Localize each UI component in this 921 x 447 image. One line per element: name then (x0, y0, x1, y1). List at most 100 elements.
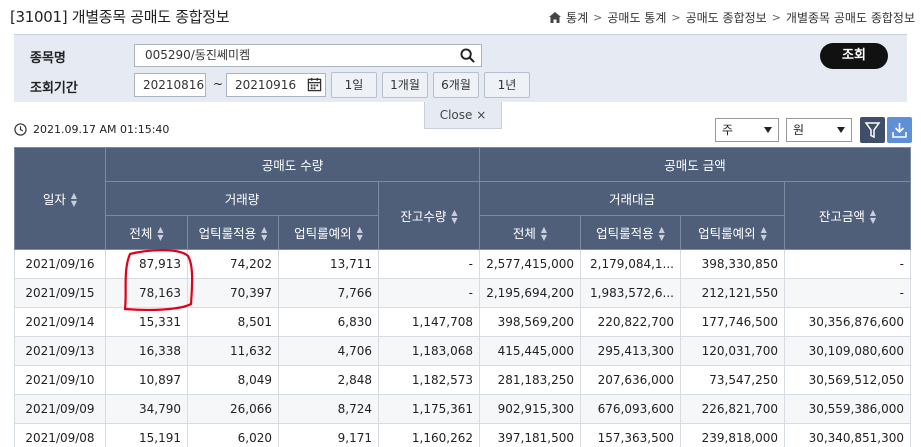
table-cell: 30,569,512,050 (784, 365, 911, 395)
clock-icon (14, 123, 27, 136)
sort-icon[interactable]: ▲ ▼ (451, 209, 457, 225)
top-bar: [31001] 개별종목 공매도 종합정보 통계 > 공매도 통계 > 공매도 … (0, 0, 921, 34)
table-cell: 8,724 (278, 394, 379, 424)
cell-date: 2021/09/08 (14, 423, 106, 447)
search-icon[interactable] (460, 48, 475, 63)
search-panel: 종목명 005290/동진쎄미켐 조회기간 20210816 ~ 2021091… (14, 34, 907, 102)
sort-icon[interactable]: ▲ ▼ (870, 209, 876, 225)
cell-date: 2021/09/09 (14, 394, 106, 424)
close-panel-button[interactable]: Close × (424, 102, 502, 129)
period-1month-button[interactable]: 1개월 (382, 72, 428, 98)
breadcrumb-item-short-sale-stats[interactable]: 공매도 통계 (607, 9, 666, 26)
download-icon (892, 123, 907, 138)
table-cell: 10,897 (105, 365, 188, 395)
table-cell: 2,195,694,200 (479, 278, 581, 308)
sort-icon[interactable]: ▲ ▼ (761, 226, 767, 242)
date-to-input[interactable]: 20210916 (226, 73, 326, 97)
period-1day-button[interactable]: 1일 (331, 72, 377, 98)
quantity-unit-select[interactable]: 주 (715, 118, 779, 142)
table-cell: - (378, 278, 480, 308)
cell-date: 2021/09/15 (14, 278, 106, 308)
calendar-icon[interactable] (307, 77, 322, 92)
breadcrumb-item-short-sale-overview[interactable]: 공매도 종합정보 (686, 9, 767, 26)
header-qty-total[interactable]: 전체 ▲ ▼ (105, 215, 188, 250)
table-cell: 34,790 (105, 394, 188, 424)
header-balance-qty-label: 잔고수량 (400, 208, 447, 224)
table-cell: 1,183,068 (378, 336, 480, 366)
table-cell: 30,559,386,000 (784, 394, 911, 424)
download-button[interactable] (887, 117, 912, 143)
breadcrumb: 통계 > 공매도 통계 > 공매도 종합정보 > 개별종목 공매도 종합정보 (549, 9, 915, 26)
table-cell: 676,093,600 (580, 394, 681, 424)
table-cell: 281,183,250 (479, 365, 581, 395)
header-qty-group: 공매도 수량 (105, 147, 480, 182)
stock-label: 종목명 (30, 51, 66, 66)
header-qty-uptick-exempt[interactable]: 업틱룰예외 ▲ ▼ (278, 215, 379, 250)
table-cell: 2,577,415,000 (479, 249, 581, 279)
table-cell: 207,636,000 (580, 365, 681, 395)
table-cell: 7,766 (278, 278, 379, 308)
breadcrumb-item-current: 개별종목 공매도 종합정보 (785, 11, 915, 25)
filter-icon (864, 122, 881, 139)
table-cell: 6,830 (278, 307, 379, 337)
submit-search-button[interactable]: 조회 (820, 43, 888, 69)
header-qty-uptick-applied[interactable]: 업틱룰적용 ▲ ▼ (187, 215, 279, 250)
timestamp-value: 2021.09.17 AM 01:15:40 (33, 123, 170, 136)
table-cell: 2,848 (278, 365, 379, 395)
filter-button[interactable] (860, 117, 885, 143)
header-balance-amt[interactable]: 잔고금액 ▲ ▼ (784, 181, 911, 250)
table-cell: 1,182,573 (378, 365, 480, 395)
header-label: 전체 (512, 225, 536, 241)
table-cell: 70,397 (187, 278, 279, 308)
header-amt-total[interactable]: 전체 ▲ ▼ (479, 215, 581, 250)
cell-date: 2021/09/10 (14, 365, 106, 395)
quantity-unit-value: 주 (722, 123, 734, 137)
table-cell: - (378, 249, 480, 279)
header-date[interactable]: 일자 ▲ ▼ (14, 147, 106, 250)
table-cell: 226,821,700 (680, 394, 785, 424)
sort-icon[interactable]: ▲ ▼ (71, 192, 77, 208)
table-cell: 177,746,500 (680, 307, 785, 337)
stock-input[interactable]: 005290/동진쎄미켐 (134, 44, 482, 67)
header-amt-uptick-exempt[interactable]: 업틱룰예외 ▲ ▼ (680, 215, 785, 250)
table-cell: 74,202 (187, 249, 279, 279)
sort-icon[interactable]: ▲ ▼ (261, 226, 267, 242)
header-date-label: 일자 (42, 191, 66, 207)
date-from-value: 20210816 (143, 78, 205, 92)
sort-icon[interactable]: ▲ ▼ (659, 226, 665, 242)
table-row[interactable]: 2021/09/13 16,338 11,632 4,706 1,183,068 415,… (14, 336, 911, 366)
table-cell: 1,160,262 (378, 423, 480, 447)
header-label: 업틱룰적용 (198, 225, 257, 241)
table-cell: - (784, 278, 911, 308)
cell-date: 2021/09/16 (14, 249, 106, 279)
sort-icon[interactable]: ▲ ▼ (541, 226, 547, 242)
chevron-right-icon: > (771, 11, 781, 24)
table-cell: 212,121,550 (680, 278, 785, 308)
period-6month-button[interactable]: 6개월 (433, 72, 479, 98)
table-cell: - (784, 249, 911, 279)
date-separator: ~ (213, 77, 224, 91)
table-cell: 9,171 (278, 423, 379, 447)
amount-unit-value: 원 (793, 123, 805, 137)
page-title: [31001] 개별종목 공매도 종합정보 (10, 8, 230, 26)
timestamp: 2021.09.17 AM 01:15:40 (14, 123, 169, 136)
breadcrumb-item-stats[interactable]: 통계 (566, 9, 588, 26)
header-amt-uptick-applied[interactable]: 업틱룰적용 ▲ ▼ (580, 215, 681, 250)
table-row[interactable]: 2021/09/08 15,191 6,020 9,171 1,160,262 397,1… (14, 423, 911, 447)
chevron-right-icon: > (593, 11, 603, 24)
table-cell: 1,147,708 (378, 307, 480, 337)
sort-icon[interactable]: ▲ ▼ (357, 226, 363, 242)
table-cell: 6,020 (187, 423, 279, 447)
header-balance-qty[interactable]: 잔고수량 ▲ ▼ (378, 181, 480, 250)
table-cell: 220,822,700 (580, 307, 681, 337)
table-row[interactable]: 2021/09/10 10,897 8,049 2,848 1,182,573 281,1… (14, 365, 911, 395)
period-1year-button[interactable]: 1년 (484, 72, 530, 98)
cell-date: 2021/09/13 (14, 336, 106, 366)
table-cell: 30,340,851,300 (784, 423, 911, 447)
home-icon[interactable] (549, 12, 562, 23)
table-row[interactable]: 2021/09/09 34,790 26,066 8,724 1,175,361 902,… (14, 394, 911, 424)
amount-unit-select[interactable]: 원 (786, 118, 852, 142)
date-from-input[interactable]: 20210816 (134, 73, 206, 97)
table-cell: 13,711 (278, 249, 379, 279)
sort-icon[interactable]: ▲ ▼ (157, 226, 163, 242)
